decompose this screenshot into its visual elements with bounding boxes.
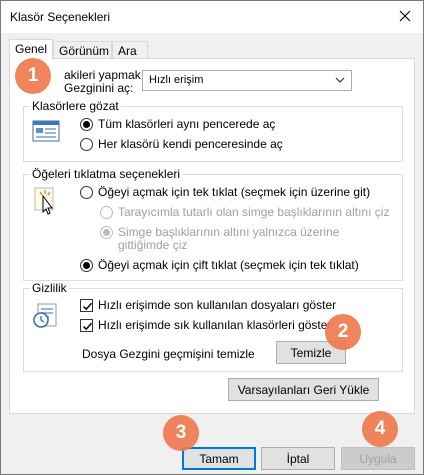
clear-history-label: Dosya Gezgini geçmişini temizle [82, 347, 255, 361]
underline-point-radio[interactable] [100, 226, 113, 239]
underline-point-label-1: Simge başlıklarının altını yalnızca üzer… [118, 225, 340, 239]
apply-button[interactable]: Uygula [341, 447, 415, 470]
ok-button[interactable]: Tamam [182, 447, 256, 470]
privacy-history-icon [33, 303, 57, 328]
privacy-icon-wrap [32, 301, 60, 332]
browse-folders-group: Klasörlere gözat Tüm klasörleri aynı pen… [23, 99, 403, 162]
cancel-button-label: İptal [286, 451, 310, 466]
title-bar[interactable]: Klasör Seçenekleri [1, 1, 423, 33]
browse-own-window-radio[interactable] [80, 138, 93, 151]
window-title: Klasör Seçenekleri [10, 10, 111, 24]
click-items-group: Öğeleri tıklatma seçenekleri Öğeyi açmak… [23, 167, 403, 281]
restore-defaults-button[interactable]: Varsayılanları Geri Yükle [228, 378, 379, 401]
tab-search-label: Ara [118, 44, 137, 58]
underline-browser-label: Tarayıcımla tutarlı olan simge başlıklar… [118, 205, 390, 219]
privacy-title: Gizlilik [30, 281, 69, 295]
window-layout-icon [32, 120, 60, 142]
recent-files-label: Hızlı erişimde son kullanılan dosyaları … [98, 298, 337, 312]
browse-folders-title: Klasörlere gözat [30, 99, 121, 113]
tab-general[interactable]: Genel [9, 39, 53, 60]
ok-button-label: Tamam [199, 451, 239, 466]
single-click-label: Öğeyi açmak için tek tıklat (seçmek için… [98, 185, 371, 199]
double-click-label: Öğeyi açmak için çift tıklat (seçmek içi… [98, 258, 359, 272]
step-badge-4: 4 [362, 411, 398, 447]
close-button[interactable] [391, 3, 419, 29]
tab-view-label: Görünüm [59, 44, 110, 58]
open-explorer-select[interactable]: Hızlı erişim [142, 70, 352, 91]
browse-same-window-label: Tüm klasörleri aynı pencerede aç [98, 117, 276, 131]
recent-files-checkbox[interactable] [80, 299, 93, 312]
tab-general-label: Genel [15, 42, 48, 56]
single-click-radio[interactable] [80, 186, 93, 199]
click-items-icon-wrap [34, 187, 58, 220]
double-click-radio[interactable] [80, 259, 93, 272]
pointer-click-icon [34, 187, 54, 215]
open-explorer-select-value: Hızlı erişim [149, 74, 204, 86]
chevron-down-icon [335, 77, 345, 83]
click-items-title: Öğeleri tıklatma seçenekleri [30, 167, 183, 181]
browse-own-window-label: Her klasörü kendi penceresinde aç [98, 137, 283, 151]
open-explorer-label-2: Gezginini aç: [64, 81, 134, 95]
tab-view[interactable]: Görünüm [53, 41, 112, 59]
clear-history-button-label: Temizle [290, 345, 332, 360]
browse-folders-icon-wrap [32, 119, 60, 146]
underline-point-label-2: gittiğimde çiz [118, 238, 188, 252]
step-badge-2: 2 [325, 314, 361, 350]
apply-button-label: Uygula [359, 451, 397, 466]
checkmark-icon [82, 322, 93, 331]
underline-browser-radio[interactable] [100, 206, 113, 219]
frequent-folders-checkbox[interactable] [80, 319, 93, 332]
step-badge-3: 3 [163, 415, 199, 451]
cancel-button[interactable]: İptal [261, 447, 335, 470]
restore-defaults-button-label: Varsayılanları Geri Yükle [237, 382, 370, 397]
browse-same-window-radio[interactable] [80, 118, 93, 131]
folder-options-window: Klasör Seçenekleri Genel Görünüm Ara aki… [0, 0, 424, 475]
checkmark-icon [82, 302, 93, 311]
step-badge-1: 1 [15, 58, 51, 94]
tab-search[interactable]: Ara [112, 41, 148, 59]
close-icon [399, 10, 411, 22]
frequent-folders-label: Hızlı erişimde sık kullanılan klasörleri… [98, 318, 332, 332]
general-tab-panel: akileri yapmak için Gezginini aç: Hızlı … [9, 58, 415, 414]
